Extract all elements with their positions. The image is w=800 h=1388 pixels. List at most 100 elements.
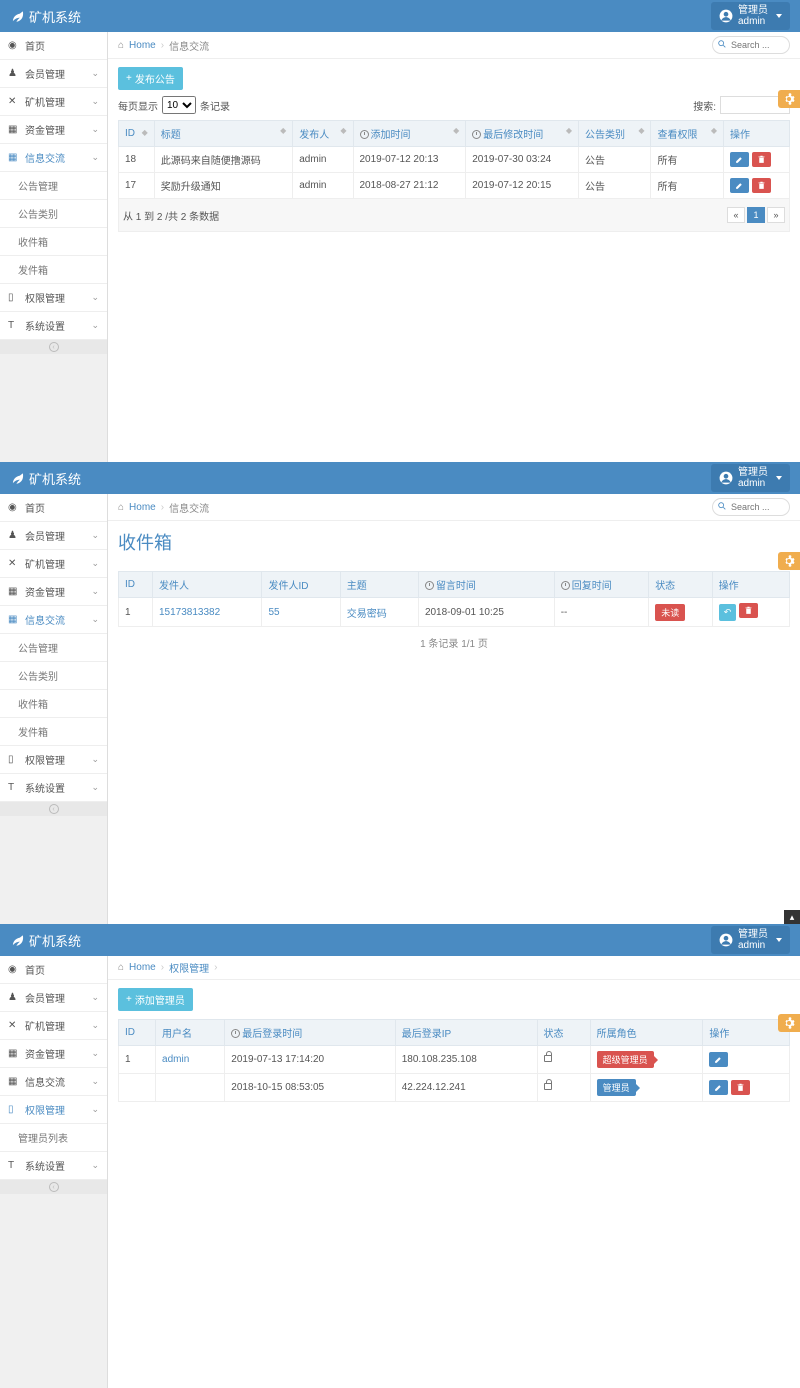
brand[interactable]: 矿机系统: [10, 7, 81, 26]
chevron-down-icon: ⌄: [91, 152, 99, 163]
col-op: 操作: [724, 121, 790, 147]
brand[interactable]: 矿机系统: [10, 469, 81, 488]
nav-sys[interactable]: T系统设置⌄: [0, 774, 107, 802]
nav-sys[interactable]: T系统设置⌄: [0, 312, 107, 340]
sidebar: ◉首页 ♟会员管理⌄ ✕矿机管理⌄ ▦资金管理⌄ ▦信息交流⌄ 公告管理 公告类…: [0, 494, 108, 924]
add-admin-button[interactable]: +添加管理员: [118, 988, 193, 1011]
text-icon: T: [8, 320, 20, 332]
delete-button[interactable]: [731, 1080, 750, 1095]
nav-miner[interactable]: ✕矿机管理⌄: [0, 550, 107, 578]
crumb-home[interactable]: Home: [129, 40, 156, 51]
sub-admin-list[interactable]: 管理员列表: [0, 1124, 107, 1152]
sub-outbox[interactable]: 发件箱: [0, 256, 107, 284]
scroll-top-button[interactable]: ▴: [784, 910, 800, 924]
sub-inbox[interactable]: 收件箱: [0, 228, 107, 256]
col-last-login: 最后登录时间: [225, 1020, 395, 1046]
subject-link[interactable]: 交易密码: [347, 609, 387, 620]
nav-home[interactable]: ◉首页: [0, 494, 107, 522]
nav-miner[interactable]: ✕矿机管理⌄: [0, 1012, 107, 1040]
brand[interactable]: 矿机系统: [10, 931, 81, 950]
sidebar-collapse[interactable]: ‹: [0, 340, 107, 354]
nav-fund[interactable]: ▦资金管理⌄: [0, 578, 107, 606]
home-icon: ⌂: [118, 962, 124, 973]
sort-icon: ◆: [453, 126, 459, 135]
leaf-icon: [10, 9, 24, 23]
crumb-home[interactable]: Home: [129, 962, 156, 973]
col-op: 操作: [712, 572, 789, 598]
nav-info[interactable]: ▦信息交流⌄: [0, 1068, 107, 1096]
delete-button[interactable]: [752, 178, 771, 193]
edit-button[interactable]: [730, 178, 749, 193]
nav-perm[interactable]: ▯权限管理⌄: [0, 1096, 107, 1124]
col-cat[interactable]: 公告类别◆: [578, 121, 651, 147]
leaf-icon: [10, 933, 24, 947]
edit-button[interactable]: [709, 1080, 728, 1095]
sub-ann-mgmt[interactable]: 公告管理: [0, 634, 107, 662]
brand-text: 矿机系统: [29, 7, 81, 26]
crumb-home[interactable]: Home: [129, 502, 156, 513]
reply-button[interactable]: ↶: [719, 604, 737, 621]
nav-member[interactable]: ♟会员管理⌄: [0, 984, 107, 1012]
user-menu[interactable]: 管理员admin: [711, 926, 790, 954]
publish-button[interactable]: +发布公告: [118, 67, 183, 90]
user-link[interactable]: admin: [162, 1054, 189, 1065]
nav-info[interactable]: ▦信息交流⌄: [0, 606, 107, 634]
breadcrumb: ⌂ Home › 权限管理 ›: [118, 960, 217, 975]
nav-info[interactable]: ▦信息交流⌄: [0, 144, 107, 172]
sidebar-collapse[interactable]: ‹: [0, 1180, 107, 1194]
home-icon: ⌂: [118, 502, 124, 513]
delete-button[interactable]: [752, 152, 771, 167]
sidebar-collapse[interactable]: ‹: [0, 802, 107, 816]
col-perm[interactable]: 查看权限◆: [651, 121, 724, 147]
nav-member[interactable]: ♟会员管理⌄: [0, 522, 107, 550]
page-next[interactable]: »: [767, 207, 785, 223]
page-title: 收件箱: [108, 521, 800, 563]
chevron-down-icon: ⌄: [91, 96, 99, 107]
nav-home[interactable]: ◉首页: [0, 32, 107, 60]
col-title[interactable]: 标题◆: [154, 121, 293, 147]
sender-id-link[interactable]: 55: [268, 607, 279, 618]
settings-tab[interactable]: [778, 90, 800, 108]
lock-icon[interactable]: [544, 1055, 552, 1062]
sub-inbox[interactable]: 收件箱: [0, 690, 107, 718]
col-author[interactable]: 发布人◆: [293, 121, 353, 147]
per-page-select[interactable]: 10: [162, 96, 196, 114]
sort-icon: ◆: [340, 126, 346, 135]
nav-home[interactable]: ◉首页: [0, 956, 107, 984]
sub-ann-mgmt[interactable]: 公告管理: [0, 172, 107, 200]
col-id: ID: [119, 572, 153, 598]
sender-link[interactable]: 15173813382: [159, 607, 220, 618]
sidebar: ◉首页 ♟会员管理⌄ ✕矿机管理⌄ ▦资金管理⌄ ▦信息交流⌄ 公告管理 公告类…: [0, 32, 108, 462]
nav-fund[interactable]: ▦资金管理⌄: [0, 1040, 107, 1068]
col-mod-time[interactable]: 最后修改时间◆: [466, 121, 579, 147]
sub-outbox[interactable]: 发件箱: [0, 718, 107, 746]
nav-perm[interactable]: ▯权限管理⌄: [0, 746, 107, 774]
nav-fund[interactable]: ▦资金管理⌄: [0, 116, 107, 144]
col-id[interactable]: ID◆: [119, 121, 155, 147]
nav-member[interactable]: ♟会员管理⌄: [0, 60, 107, 88]
plus-icon: +: [126, 994, 132, 1005]
crumb-perm[interactable]: 权限管理: [169, 960, 209, 975]
dashboard-icon: ◉: [8, 40, 20, 52]
delete-button[interactable]: [739, 603, 758, 618]
chevron-down-icon: ⌄: [91, 124, 99, 135]
settings-tab[interactable]: [778, 1014, 800, 1032]
user-menu[interactable]: 管理员admin: [711, 2, 790, 30]
lock-icon[interactable]: [544, 1083, 552, 1090]
settings-tab[interactable]: [778, 552, 800, 570]
col-id: ID: [119, 1020, 156, 1046]
sub-ann-type[interactable]: 公告类别: [0, 200, 107, 228]
table-row: 11517381338255交易密码2018-09-01 10:25--未读↶: [119, 598, 790, 627]
edit-button[interactable]: [730, 152, 749, 167]
nav-perm[interactable]: ▯权限管理⌄: [0, 284, 107, 312]
page-prev[interactable]: «: [727, 207, 745, 223]
nav-miner[interactable]: ✕矿机管理⌄: [0, 88, 107, 116]
page-1[interactable]: 1: [747, 207, 765, 223]
edit-button[interactable]: [709, 1052, 728, 1067]
sub-ann-type[interactable]: 公告类别: [0, 662, 107, 690]
sort-icon: ◆: [566, 126, 572, 135]
nav-sys[interactable]: T系统设置⌄: [0, 1152, 107, 1180]
col-add-time[interactable]: 添加时间◆: [353, 121, 466, 147]
user-menu[interactable]: 管理员admin: [711, 464, 790, 492]
clock-icon: [425, 581, 434, 590]
